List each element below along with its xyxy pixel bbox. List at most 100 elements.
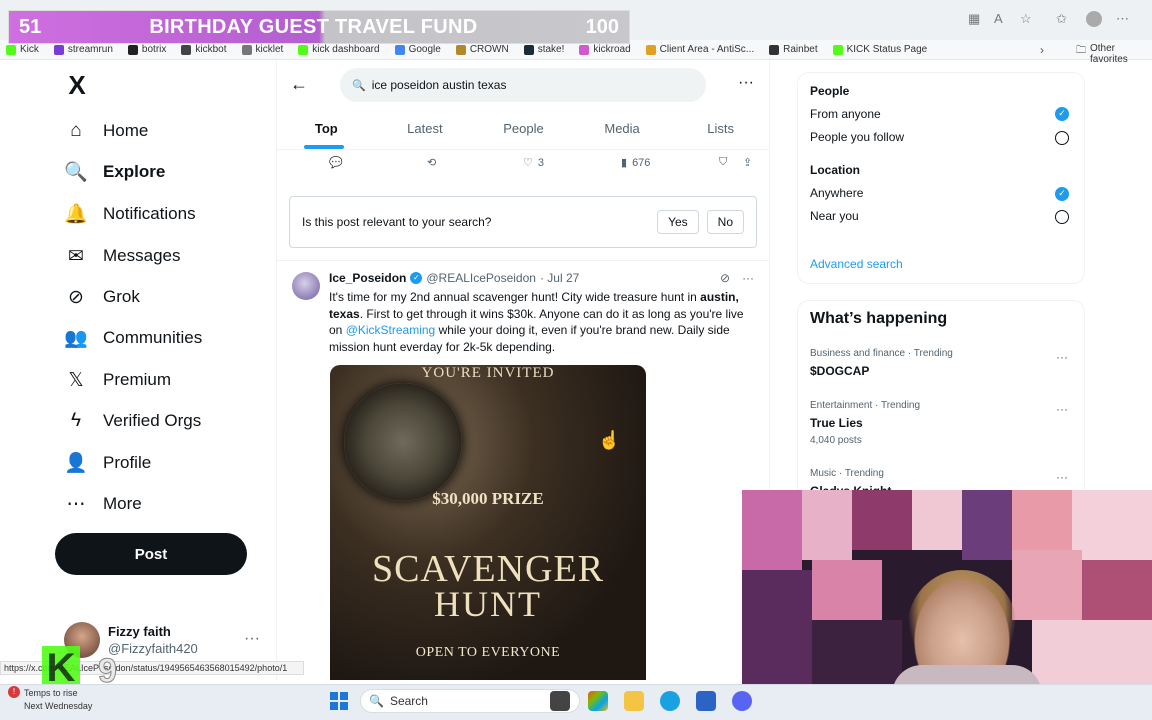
account-more-icon[interactable]: ··· [244,630,260,648]
bookmark-label: KICK Status Page [846,44,928,55]
x-premium-icon: 𝕏 [68,369,84,391]
bookmark-favicon-icon [127,44,138,55]
sidebar-item-label: Verified Orgs [103,411,202,430]
like-count: 3 [537,156,544,169]
radio-checked-icon[interactable]: ✓ [1055,187,1069,201]
image-invited-text: YOU'RE INVITED [421,365,555,381]
people-you-follow-option[interactable]: People you follow [810,130,904,144]
bookmark-item[interactable]: CROWN [450,44,518,55]
no-button[interactable]: No [706,210,744,234]
trend-name[interactable]: True Lies [810,416,863,430]
browser-menu-icon[interactable]: ⋯ [1116,11,1129,27]
tab-media[interactable]: Media [573,108,672,149]
near-you-option[interactable]: Near you [810,209,859,223]
people-icon: 👥 [64,328,88,349]
bookmark-favicon-icon [455,44,466,55]
sidebar-item-verified-orgs[interactable]: ϟ Verified Orgs [62,403,201,439]
tweet-image[interactable]: YOU'RE INVITED $30,000 PRIZE SCAVENGER H… [330,365,646,680]
sidebar-item-more[interactable]: ⋯ More [62,486,142,522]
bookmark-item[interactable]: Kick [0,44,48,55]
bookmark-item[interactable]: kicklet [236,44,293,55]
sidebar-item-grok[interactable]: ⊘ Grok [62,279,140,315]
tab-top[interactable]: Top [277,108,376,149]
like-button[interactable]: ♡ 3 [523,156,544,170]
trend-more-icon[interactable]: ··· [1056,402,1068,416]
tweet-author-name[interactable]: Ice_Poseidon [329,271,406,285]
trend-more-icon[interactable]: ··· [1056,350,1068,364]
anywhere-option[interactable]: Anywhere [810,186,863,200]
radio-checked-icon[interactable]: ✓ [1055,107,1069,121]
more-options-icon[interactable]: ··· [738,74,754,92]
read-aloud-icon[interactable]: A [994,11,1003,26]
tab-latest[interactable]: Latest [376,108,475,149]
radio-empty-icon[interactable] [1055,210,1069,224]
bookmark-item[interactable]: kickroad [573,44,639,55]
sidebar-item-premium[interactable]: 𝕏 Premium [62,362,171,398]
tab-people[interactable]: People [474,108,573,149]
copilot-icon[interactable] [588,691,608,711]
store-icon[interactable] [696,691,716,711]
bookmark-label: CROWN [469,44,509,55]
weather-subtext[interactable]: Next Wednesday [24,701,92,711]
bookmark-item[interactable]: Google [389,44,450,55]
bookmarks-chevron-icon[interactable]: › [1040,43,1044,57]
sidebar-item-explore[interactable]: 🔍 Explore [62,154,165,190]
tweet-tools: ⊘ ··· [720,271,754,285]
bookmark-item[interactable]: streamrun [48,44,122,55]
bookmark-icon[interactable]: ⛉ [719,156,727,169]
file-explorer-icon[interactable] [624,691,644,711]
discord-icon[interactable] [732,691,752,711]
yes-button[interactable]: Yes [657,210,699,234]
bookmark-item[interactable]: Client Area - AntiSc... [640,44,764,55]
tweet-date[interactable]: · Jul 27 [540,271,579,285]
other-favorites[interactable]: 🗀 Other favorites [1076,43,1152,65]
radio-empty-icon[interactable] [1055,131,1069,145]
repost-icon[interactable]: ⟲ [427,156,436,169]
sidebar-item-home[interactable]: ⌂ Home [62,113,148,149]
share-icon[interactable]: ⇪ [743,156,752,169]
verified-badge-icon: ✓ [410,272,423,284]
avatar[interactable] [292,272,320,300]
from-anyone-option[interactable]: From anyone [810,107,881,121]
trend-meta: Entertainment · Trending [810,400,921,411]
tweet-author-handle[interactable]: @REALIcePoseidon [426,271,536,285]
favorite-star-icon[interactable]: ☆ [1020,11,1032,27]
sidebar-item-profile[interactable]: 👤 Profile [62,445,151,481]
sidebar-item-messages[interactable]: ✉ Messages [62,238,180,274]
views-button[interactable]: ▮ 676 [621,156,651,170]
tab-lists[interactable]: Lists [671,108,770,149]
bookmark-item[interactable]: KICK Status Page [827,44,937,55]
taskbar-search-input[interactable]: 🔍 Search [360,689,580,713]
bookmark-label: Kick [20,44,39,55]
weather-text[interactable]: Temps to rise [24,688,78,698]
post-button[interactable]: Post [55,533,247,575]
task-view-icon[interactable] [550,691,570,711]
weather-alert-icon[interactable]: ! [8,686,20,698]
bookmark-item[interactable]: Rainbet [763,44,826,55]
windows-start-icon[interactable] [330,692,348,710]
bookmark-label: streamrun [67,44,113,55]
trend-name[interactable]: $DOGCAP [810,364,869,378]
bookmark-item[interactable]: kickbot [175,44,235,55]
back-arrow-icon[interactable]: ← [290,74,308,95]
edge-browser-icon[interactable] [660,691,680,711]
sidebar-item-communities[interactable]: 👥 Communities [62,320,202,356]
advanced-search-link[interactable]: Advanced search [810,257,903,271]
app-grid-icon[interactable]: ▦ [968,11,980,27]
search-input[interactable]: 🔍 ice poseidon austin texas [340,68,706,102]
favorites-icon[interactable]: ✩ [1056,11,1067,27]
reply-icon[interactable]: 💬 [329,156,343,169]
bookmark-item[interactable]: stake! [518,44,574,55]
search-tabs: Top Latest People Media Lists [277,108,770,150]
tweet-more-icon[interactable]: ··· [742,271,754,285]
sidebar-item-notifications[interactable]: 🔔 Notifications [62,196,195,232]
profile-avatar-icon[interactable] [1086,11,1102,27]
image-prize-text: $30,000 PRIZE [432,489,544,508]
bookmark-item[interactable]: kick dashboard [292,44,388,55]
trend-more-icon[interactable]: ··· [1056,470,1068,484]
bookmark-item[interactable]: botrix [122,44,175,55]
grok-icon[interactable]: ⊘ [720,271,730,285]
view-count: 676 [632,156,651,169]
x-logo[interactable]: X [62,70,92,100]
mention-link[interactable]: @KickStreaming [346,323,436,337]
